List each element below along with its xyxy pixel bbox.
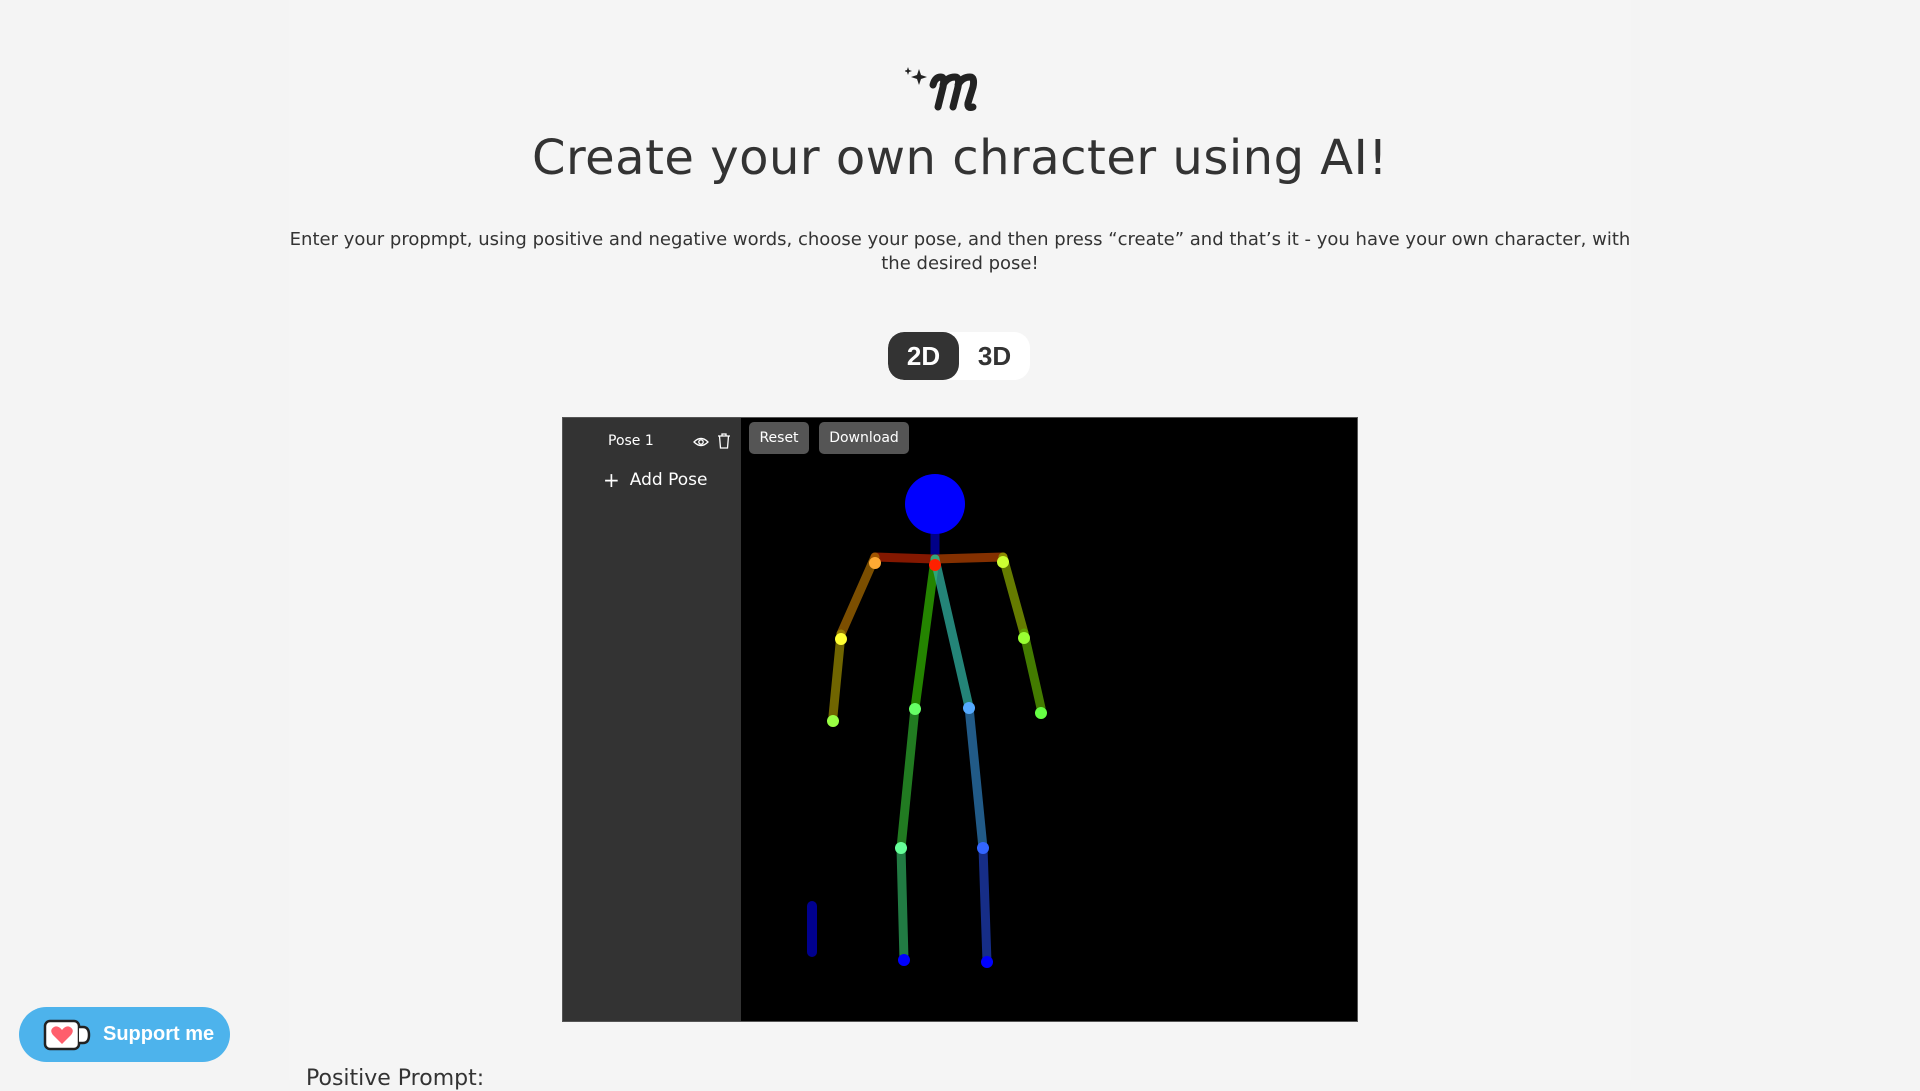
- support-label: Support me: [103, 1023, 215, 1045]
- skeleton-limbs: [807, 901, 817, 957]
- left-shoulder-joint: [997, 556, 1009, 568]
- left-elbow-joint: [1018, 632, 1030, 644]
- right-shin-bone: [896, 843, 909, 965]
- right-ankle-joint: [898, 954, 910, 966]
- pose-list-item[interactable]: Pose 1: [563, 428, 741, 454]
- support-me-button[interactable]: Support me: [19, 1007, 230, 1062]
- skeleton: [827, 474, 1047, 968]
- right-forearm-bone: [828, 629, 846, 721]
- page-title: Create your own chracter using AI!: [531, 130, 1389, 186]
- add-pose-button[interactable]: + Add Pose: [603, 470, 707, 490]
- dimension-toggle: 2D 3D: [888, 332, 1030, 380]
- left-upper-arm-bone: [998, 552, 1029, 638]
- poses-sidebar: Pose 1 + Add Pose: [563, 418, 741, 1021]
- right-knee-joint: [895, 842, 907, 854]
- left-forearm-bone: [1019, 628, 1046, 713]
- right-torso-bone: [910, 554, 940, 713]
- sparkle-m-logo: [905, 67, 978, 111]
- trash-icon[interactable]: [717, 433, 731, 449]
- right-upper-arm-bone: [836, 552, 880, 639]
- toggle-3d[interactable]: 3D: [959, 332, 1030, 380]
- pose-canvas[interactable]: [741, 418, 1357, 1021]
- left-ankle-joint: [981, 956, 993, 968]
- right-elbow-joint: [835, 633, 847, 645]
- head-joint: [905, 474, 965, 534]
- left-knee-joint: [977, 842, 989, 854]
- right-thigh-bone: [896, 703, 920, 853]
- plus-icon: +: [603, 468, 620, 492]
- toggle-2d[interactable]: 2D: [888, 332, 959, 380]
- right-shoulder-joint: [869, 557, 881, 569]
- heart-cup-icon: [43, 1019, 91, 1050]
- eye-icon[interactable]: [693, 434, 709, 450]
- add-pose-label: Add Pose: [629, 470, 708, 490]
- right-shoulder-bone: [870, 552, 940, 564]
- left-shoulder-bone: [930, 552, 1008, 564]
- left-hip-joint: [963, 702, 975, 714]
- neck-joint: [929, 559, 941, 571]
- right-hip-joint: [909, 703, 921, 715]
- pose-name: Pose 1: [608, 433, 654, 449]
- left-torso-bone: [930, 554, 974, 712]
- pose-editor: Pose 1 + Add Pose Reset Download: [562, 417, 1358, 1022]
- left-shin-bone: [978, 843, 992, 967]
- page-subtitle: Enter your propmpt, using positive and n…: [289, 229, 1631, 274]
- left-wrist-joint: [1035, 707, 1047, 719]
- positive-prompt-label: Positive Prompt:: [306, 1066, 485, 1091]
- left-thigh-bone: [964, 702, 988, 853]
- right-wrist-joint: [827, 715, 839, 727]
